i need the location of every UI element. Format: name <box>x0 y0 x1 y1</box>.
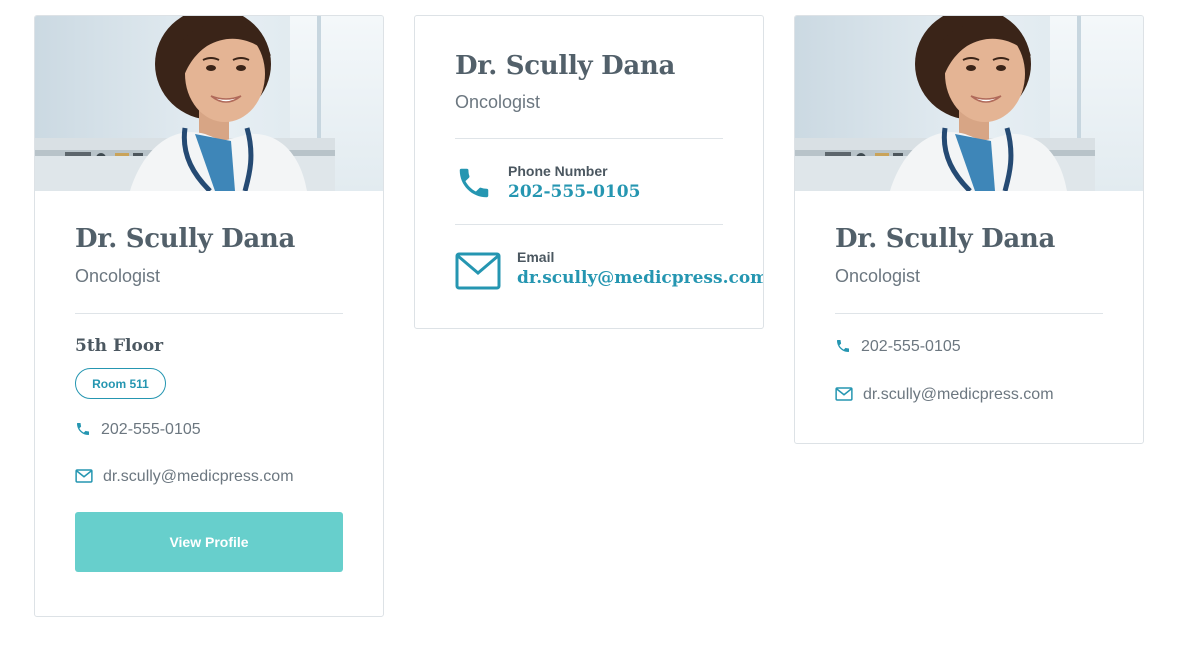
phone-number: 202-555-0105 <box>101 421 201 438</box>
doctor-photo <box>35 16 383 191</box>
email-label: Email <box>517 249 555 265</box>
phone-icon <box>75 421 93 439</box>
phone-row[interactable]: 202-555-0105 <box>835 338 961 356</box>
divider <box>455 224 723 225</box>
doctor-card-full: Dr. Scully Dana Oncologist 5th Floor Roo… <box>34 15 384 617</box>
phone-row[interactable]: 202-555-0105 <box>75 421 201 439</box>
doctor-role: Oncologist <box>455 92 541 112</box>
view-profile-button[interactable]: View Profile <box>75 512 343 572</box>
envelope-icon <box>455 252 501 295</box>
phone-label: Phone Number <box>508 163 608 179</box>
divider <box>835 313 1103 314</box>
divider <box>455 138 723 139</box>
doctor-floor: 5th Floor <box>75 336 164 356</box>
room-badge: Room 511 <box>75 368 166 399</box>
email-address[interactable]: dr.scully@medicpress.com <box>517 268 763 288</box>
doctor-name: Dr. Scully Dana <box>455 51 676 81</box>
doctor-card-compact: Dr. Scully Dana Oncologist 202-555-0105 … <box>794 15 1144 444</box>
divider <box>75 313 343 314</box>
doctor-role: Oncologist <box>835 266 921 286</box>
phone-icon <box>835 338 853 356</box>
doctor-card-contact: Dr. Scully Dana Oncologist Phone Number … <box>414 15 764 329</box>
envelope-icon <box>75 468 94 486</box>
phone-icon <box>455 164 493 207</box>
phone-number[interactable]: 202-555-0105 <box>508 182 640 202</box>
envelope-icon <box>835 386 854 404</box>
email-row[interactable]: dr.scully@medicpress.com <box>75 468 294 486</box>
doctor-photo <box>795 16 1143 191</box>
doctor-name: Dr. Scully Dana <box>835 224 1056 254</box>
email-address: dr.scully@medicpress.com <box>863 386 1054 403</box>
phone-number: 202-555-0105 <box>861 338 961 355</box>
doctor-role: Oncologist <box>75 266 161 286</box>
doctor-name: Dr. Scully Dana <box>75 224 296 254</box>
email-address: dr.scully@medicpress.com <box>103 468 294 485</box>
email-row[interactable]: dr.scully@medicpress.com <box>835 386 1054 404</box>
